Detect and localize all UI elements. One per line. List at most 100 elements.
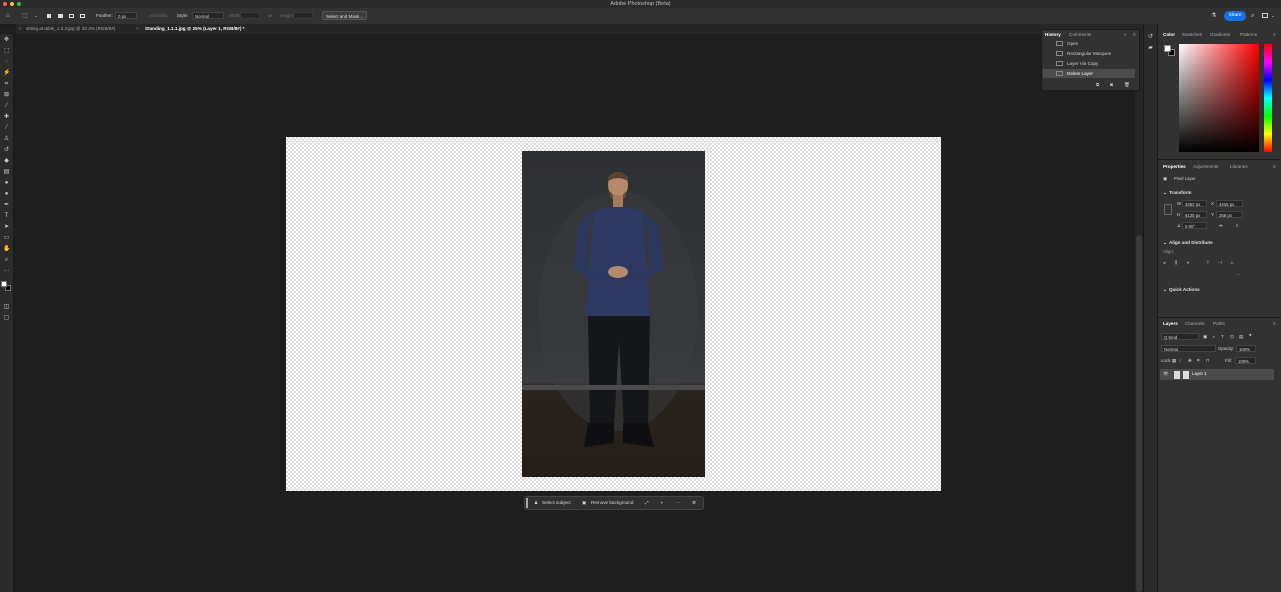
style-select[interactable]: Normal bbox=[192, 12, 224, 19]
subtract-selection-icon[interactable] bbox=[69, 14, 74, 18]
drag-handle[interactable] bbox=[526, 498, 528, 508]
mask-icon[interactable]: ◑ bbox=[660, 497, 663, 509]
tab-close-icon[interactable]: × bbox=[136, 24, 139, 34]
filter-pixel-icon[interactable]: ▣ bbox=[1203, 334, 1207, 340]
tab-color[interactable]: Color bbox=[1163, 30, 1175, 39]
tab-history[interactable]: History bbox=[1045, 30, 1061, 39]
layer-name[interactable]: Layer 1 bbox=[1192, 371, 1207, 376]
align-right-icon[interactable]: ⫸ bbox=[1187, 260, 1189, 265]
feather-input[interactable]: 0 px bbox=[115, 12, 137, 19]
filter-smart-object-icon[interactable]: ▤ bbox=[1239, 334, 1243, 340]
lock-position-icon[interactable]: ✥ bbox=[1188, 358, 1192, 364]
height-input[interactable] bbox=[293, 12, 313, 19]
eyedropper-tool-icon[interactable]: ⁄ bbox=[3, 103, 10, 110]
x-input[interactable]: 4415 px bbox=[1216, 200, 1243, 207]
chevron-down-icon[interactable]: ⌄ bbox=[34, 12, 38, 20]
history-item[interactable]: Layer Via Copy bbox=[1043, 59, 1135, 68]
lasso-tool-icon[interactable]: ◌ bbox=[3, 59, 10, 66]
tab-standing[interactable]: Standing_1.1.1.jpg @ 25% (Layer 1, RGB/8… bbox=[145, 24, 244, 34]
more-options-button[interactable]: ··· bbox=[676, 497, 681, 509]
panel-menu-icon[interactable]: ≡ bbox=[1273, 30, 1276, 39]
crop-tool-icon[interactable]: ⌗ bbox=[3, 81, 10, 88]
select-and-mask-button[interactable]: Select and Mask... bbox=[322, 11, 367, 20]
comments-panel-icon[interactable]: ▰ bbox=[1147, 45, 1154, 52]
tab-adjustments[interactable]: Adjustments bbox=[1193, 162, 1218, 171]
lock-transparent-icon[interactable]: ▦ bbox=[1172, 358, 1176, 364]
align-middle-icon[interactable]: ⊣ bbox=[1218, 260, 1222, 266]
layer-row[interactable]: 👁 Layer 1 bbox=[1160, 369, 1274, 380]
path-selection-tool-icon[interactable]: ➤ bbox=[3, 224, 10, 231]
tab-channels[interactable]: Channels bbox=[1185, 319, 1204, 328]
tab-libraries[interactable]: Libraries bbox=[1230, 162, 1248, 171]
tab-close-icon[interactable]: × bbox=[19, 24, 22, 34]
lock-artboard-icon[interactable]: ⌗ bbox=[1197, 358, 1199, 363]
tab-patterns[interactable]: Patterns bbox=[1240, 30, 1257, 39]
new-document-from-state-icon[interactable]: ⧉ bbox=[1096, 80, 1099, 89]
quick-actions-section-title[interactable]: Quick Actions bbox=[1169, 287, 1200, 292]
link-proportions-icon[interactable] bbox=[1164, 204, 1172, 215]
brush-tool-icon[interactable]: ⁄ bbox=[3, 125, 10, 132]
swap-icon[interactable]: ⇄ bbox=[268, 12, 272, 20]
layer-kind-filter[interactable]: Q Kind bbox=[1161, 333, 1199, 340]
tab-comments[interactable]: Comments bbox=[1069, 30, 1091, 39]
clone-stamp-tool-icon[interactable]: ♙ bbox=[3, 136, 10, 143]
hue-slider[interactable] bbox=[1264, 44, 1272, 152]
healing-brush-tool-icon[interactable]: ✚ bbox=[3, 114, 10, 121]
angle-input[interactable]: 0.00° bbox=[1182, 222, 1207, 229]
filter-adjustment-icon[interactable]: ◑ bbox=[1212, 334, 1215, 339]
quick-actions-chevron-icon[interactable]: ⌄ bbox=[1163, 287, 1167, 293]
intersect-selection-icon[interactable] bbox=[80, 14, 85, 18]
hand-tool-icon[interactable]: ✋ bbox=[3, 246, 10, 253]
tab-properties[interactable]: Properties bbox=[1163, 162, 1186, 171]
flask-icon[interactable]: ⚗ bbox=[1211, 12, 1216, 20]
width-input[interactable] bbox=[240, 12, 260, 19]
foreground-color-swatch[interactable] bbox=[1, 281, 7, 287]
flip-horizontal-icon[interactable]: ⇹ bbox=[1219, 223, 1223, 229]
y-input[interactable]: 256 px bbox=[1216, 211, 1243, 218]
history-item-selected[interactable]: Delete Layer bbox=[1043, 69, 1135, 78]
home-icon[interactable]: ⌂ bbox=[6, 12, 10, 20]
filter-toggle-icon[interactable]: ● bbox=[1249, 332, 1252, 337]
dodge-tool-icon[interactable]: ● bbox=[3, 191, 10, 198]
antialias-checkbox[interactable]: Anti-alias bbox=[149, 12, 168, 20]
rectangle-tool-icon[interactable]: ▭ bbox=[3, 235, 10, 242]
align-section-title[interactable]: Align and Distribute bbox=[1169, 240, 1213, 245]
trash-icon[interactable]: 🗑 bbox=[1124, 80, 1130, 89]
blend-mode-select[interactable]: Normal bbox=[1161, 345, 1216, 352]
share-button[interactable]: Share bbox=[1224, 11, 1246, 21]
camera-icon[interactable]: ◙ bbox=[1110, 80, 1113, 89]
remove-background-button[interactable]: Remove background bbox=[591, 497, 633, 509]
history-item[interactable]: Open bbox=[1043, 39, 1135, 48]
flip-vertical-icon[interactable]: ⇳ bbox=[1235, 223, 1239, 229]
filter-type-icon[interactable]: T bbox=[1221, 334, 1224, 339]
photo-layer-person-standing[interactable] bbox=[522, 151, 705, 477]
more-tools-icon[interactable]: ··· bbox=[3, 268, 10, 275]
align-center-icon[interactable]: ⫼ bbox=[1175, 260, 1177, 265]
history-panel-icon[interactable]: ↺ bbox=[1147, 34, 1154, 41]
marquee-preset-icon[interactable]: ⬚ bbox=[22, 12, 28, 20]
tab-swatches[interactable]: Swatches bbox=[1182, 30, 1202, 39]
history-item[interactable]: Rectangular Marquee bbox=[1043, 49, 1135, 58]
transform-section-title[interactable]: Transform bbox=[1169, 190, 1191, 195]
transform-chevron-icon[interactable]: ⌄ bbox=[1163, 190, 1167, 196]
panel-menu-icon[interactable]: ≡ bbox=[1273, 162, 1276, 171]
transform-icon[interactable]: ⤢ bbox=[645, 497, 649, 509]
scrollbar-thumb[interactable] bbox=[1136, 235, 1142, 592]
settings-icon[interactable]: ⚙ bbox=[692, 497, 696, 509]
align-top-icon[interactable]: ⊤ bbox=[1206, 260, 1210, 266]
type-tool-icon[interactable]: T bbox=[3, 213, 10, 220]
zoom-tool-icon[interactable]: ⌕ bbox=[3, 257, 10, 264]
panel-menu-icon[interactable]: ≡ bbox=[1133, 30, 1136, 39]
color-picker-field[interactable] bbox=[1179, 44, 1259, 152]
panel-collapse-icon[interactable]: » bbox=[1124, 30, 1127, 39]
pen-tool-icon[interactable]: ✒ bbox=[3, 202, 10, 209]
align-left-icon[interactable]: ⫷ bbox=[1163, 260, 1165, 265]
object-selection-tool-icon[interactable]: ⚡ bbox=[3, 70, 10, 77]
new-selection-icon[interactable] bbox=[47, 14, 51, 18]
tab-paths[interactable]: Paths bbox=[1213, 319, 1225, 328]
tab-sitting-at-table[interactable]: sitting at table_1.2.3.jpg @ 33.3% (RGB/… bbox=[26, 24, 115, 34]
align-more-button[interactable]: ··· bbox=[1236, 272, 1240, 277]
add-selection-icon[interactable] bbox=[58, 14, 63, 18]
select-subject-button[interactable]: Select subject bbox=[542, 497, 571, 509]
lock-image-icon[interactable]: ⁄ bbox=[1180, 358, 1181, 363]
